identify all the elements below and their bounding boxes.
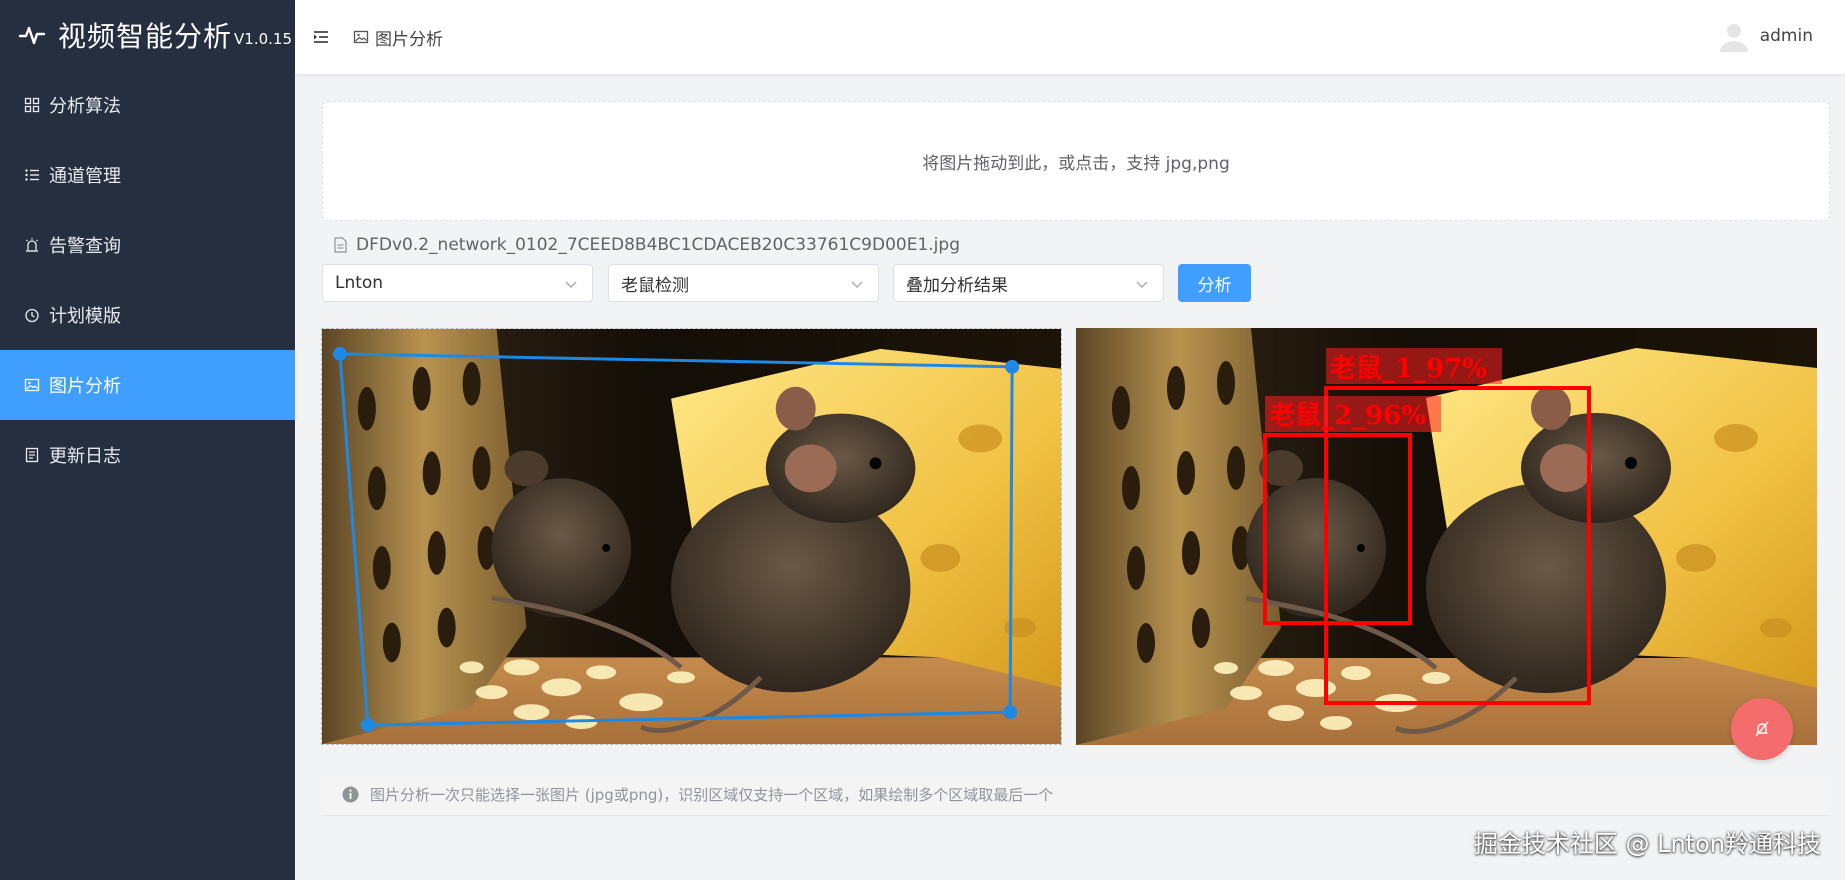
app-version: V1.0.15 (234, 30, 292, 48)
list-icon (25, 169, 39, 181)
clock-icon (25, 308, 39, 323)
document-icon (25, 447, 39, 463)
sidebar-item-label: 告警查询 (49, 236, 121, 257)
pulse-icon (18, 26, 46, 45)
watermark: 掘金技术社区 @ Lnton羚通科技 (1473, 830, 1821, 858)
breadcrumb: 图片分析 (353, 25, 443, 50)
sidebar-item-label: 分析算法 (49, 96, 121, 117)
result-image: 老鼠_1_97% 老鼠_2_96% (1076, 328, 1817, 745)
file-name: DFDv0.2_network_0102_7CEED8B4BC1CDACEB20… (356, 235, 960, 255)
sidebar-menu: 分析算法 通道管理 告警查询 计划模版 图片分析 更新日志 (0, 70, 295, 490)
brand: 视频智能分析 V1.0.15 (0, 0, 295, 70)
sidebar: 视频智能分析 V1.0.15 分析算法 通道管理 告警查询 计划模版 图片分析 … (0, 0, 295, 880)
upload-hint: 将图片拖动到此，或点击，支持 jpg,png (922, 153, 1230, 174)
sidebar-item-label: 更新日志 (49, 446, 121, 467)
mode-select-value: 叠加分析结果 (906, 275, 1008, 296)
result-image-panel: 老鼠_1_97% 老鼠_2_96% (1076, 328, 1817, 745)
channel-select[interactable]: Lnton (322, 264, 593, 302)
username: admin (1759, 26, 1813, 46)
sidebar-item-label: 图片分析 (49, 376, 121, 397)
sidebar-item-plan-templates[interactable]: 计划模版 (0, 280, 295, 350)
algorithm-select-value: 老鼠检测 (621, 275, 689, 296)
breadcrumb-label: 图片分析 (375, 29, 443, 50)
sidebar-item-label: 计划模版 (49, 306, 121, 327)
algorithm-select[interactable]: 老鼠检测 (608, 264, 879, 302)
sidebar-item-algorithms[interactable]: 分析算法 (0, 70, 295, 140)
tip-text: 图片分析一次只能选择一张图片 (jpg或png)，识别区域仅支持一个区域，如果绘… (370, 786, 1054, 804)
analyze-button[interactable]: 分析 (1178, 264, 1251, 302)
alarm-light-icon (26, 238, 38, 252)
info-tip: 图片分析一次只能选择一张图片 (jpg或png)，识别区域仅支持一个区域，如果绘… (322, 774, 1830, 816)
sidebar-item-label: 通道管理 (49, 166, 121, 187)
source-image-panel[interactable] (321, 328, 1062, 745)
notification-off-button[interactable] (1731, 698, 1793, 760)
channel-select-value: Lnton (335, 273, 384, 293)
top-header: 图片分析 admin (295, 0, 1845, 74)
bell-off-icon (1755, 721, 1769, 737)
sidebar-item-changelog[interactable]: 更新日志 (0, 420, 295, 490)
file-icon (334, 237, 347, 253)
collapse-menu-icon[interactable] (311, 27, 331, 47)
detection-label: 老鼠_2_96% (1269, 401, 1426, 431)
sidebar-item-image-analysis[interactable]: 图片分析 (0, 350, 295, 420)
selected-file: DFDv0.2_network_0102_7CEED8B4BC1CDACEB20… (333, 235, 960, 255)
chevron-down-icon (851, 281, 863, 288)
user-menu[interactable]: admin (1716, 18, 1813, 54)
picture-icon (24, 378, 40, 392)
upload-dropzone[interactable]: 将图片拖动到此，或点击，支持 jpg,png (322, 101, 1830, 221)
chevron-down-icon (565, 281, 577, 288)
grid-icon (24, 97, 40, 113)
mode-select[interactable]: 叠加分析结果 (893, 264, 1164, 302)
chevron-down-icon (1136, 281, 1148, 288)
sidebar-item-alarms[interactable]: 告警查询 (0, 210, 295, 280)
app-title: 视频智能分析 (58, 20, 233, 53)
source-image[interactable] (322, 329, 1061, 744)
info-icon (342, 786, 359, 803)
picture-icon (353, 30, 369, 44)
avatar (1719, 24, 1748, 52)
sidebar-item-channels[interactable]: 通道管理 (0, 140, 295, 210)
detection-label: 老鼠_1_97% (1330, 354, 1487, 384)
